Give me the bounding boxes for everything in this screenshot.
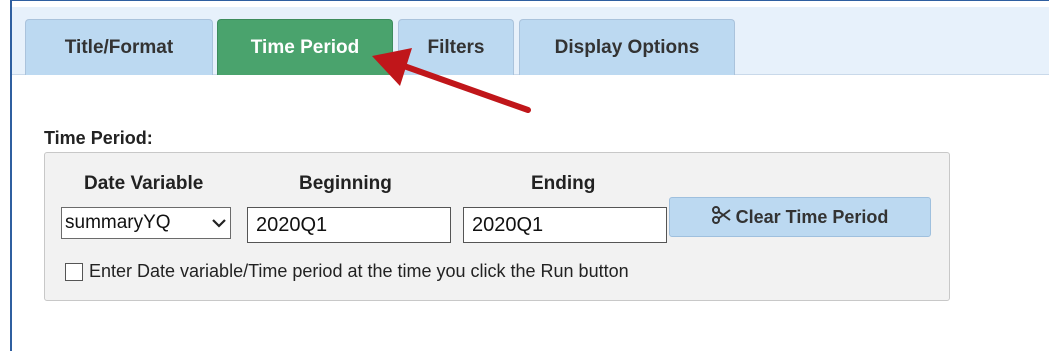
tab-title-format[interactable]: Title/Format bbox=[25, 19, 213, 75]
time-period-panel: Date Variable Beginning Ending summaryYQ… bbox=[44, 152, 950, 301]
run-time-prompt-row: Enter Date variable/Time period at the t… bbox=[65, 261, 629, 282]
date-variable-select[interactable]: summaryYQ bbox=[61, 207, 231, 239]
run-time-prompt-label: Enter Date variable/Time period at the t… bbox=[89, 261, 629, 281]
ending-header: Ending bbox=[531, 173, 596, 194]
time-period-section-label: Time Period: bbox=[44, 128, 153, 148]
tab-time-period[interactable]: Time Period bbox=[217, 19, 393, 75]
tab-bar: Title/Format Time Period Filters Display… bbox=[12, 7, 1049, 75]
date-variable-header: Date Variable bbox=[84, 173, 204, 194]
clear-time-period-label: Clear Time Period bbox=[735, 206, 889, 227]
chevron-down-icon bbox=[208, 208, 230, 238]
beginning-input[interactable] bbox=[247, 207, 451, 243]
tab-filters[interactable]: Filters bbox=[398, 19, 514, 75]
ending-input[interactable] bbox=[463, 207, 667, 243]
date-variable-selected-value: summaryYQ bbox=[65, 212, 171, 233]
scissors-icon bbox=[711, 205, 732, 229]
run-time-prompt-checkbox[interactable] bbox=[65, 262, 83, 281]
clear-time-period-button[interactable]: Clear Time Period bbox=[669, 197, 931, 237]
beginning-header: Beginning bbox=[299, 173, 392, 194]
tab-display-options[interactable]: Display Options bbox=[519, 19, 735, 75]
